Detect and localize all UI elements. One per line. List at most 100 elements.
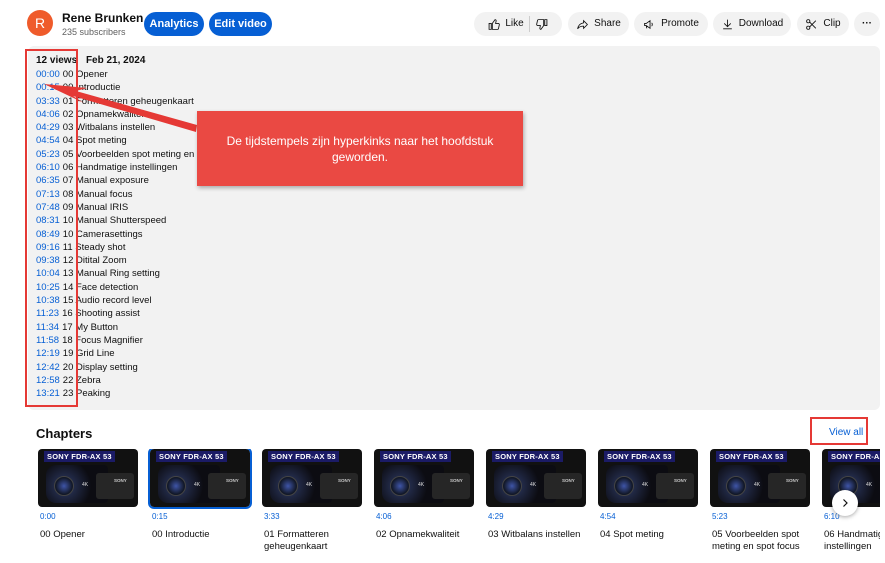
chapter-time: 0:00 bbox=[40, 512, 56, 521]
thumbnail-sony-logo: SONY bbox=[562, 478, 575, 483]
download-label: Download bbox=[738, 18, 784, 29]
chapter-thumbnail: SONY FDR-AX 53 SONY 4K bbox=[598, 449, 698, 507]
clip-button[interactable]: Clip bbox=[797, 12, 849, 36]
download-button[interactable]: Download bbox=[713, 12, 791, 36]
chapter-card[interactable]: SONY FDR-AX 53 SONY 4K 0:15 00 Introductie bbox=[148, 449, 252, 540]
camera-lens-image bbox=[614, 476, 634, 496]
subscriber-count: 235 subscribers bbox=[62, 27, 126, 37]
chapter-card[interactable]: SONY FDR-AX 53 SONY 4K 4:54 04 Spot meting bbox=[598, 449, 698, 540]
more-actions-button[interactable]: ··· bbox=[854, 12, 880, 36]
analytics-button[interactable]: Analytics bbox=[144, 12, 204, 36]
chapter-title: 03 Witbalans instellen bbox=[488, 529, 581, 540]
chapter-thumbnail: SONY FDR-AX 53 SONY 4K bbox=[262, 449, 362, 507]
chapter-card[interactable]: SONY FDR-AX 53 SONY 4K 4:06 02 Opnamekwalite… bbox=[374, 449, 474, 540]
chapter-time: 5:23 bbox=[712, 512, 728, 521]
thumbnail-brand-label: SONY FDR-AX 53 bbox=[156, 451, 227, 462]
thumbnail-sony-logo: SONY bbox=[450, 478, 463, 483]
channel-avatar[interactable]: R bbox=[27, 10, 53, 36]
thumbnail-sony-logo: SONY bbox=[674, 478, 687, 483]
thumbnail-4k-logo: 4K bbox=[530, 482, 537, 488]
timestamp-label: 01 Formatteren geheugenkaart bbox=[62, 95, 194, 107]
thumbs-up-icon bbox=[488, 18, 501, 30]
chapter-thumbnail: SONY FDR-AX 53 SONY 4K bbox=[486, 449, 586, 507]
chapters-next-button[interactable] bbox=[832, 490, 858, 516]
annotation-callout: De tijdstempels zijn hyperkinks naar het… bbox=[197, 111, 523, 186]
upload-date: Feb 21, 2024 bbox=[85, 55, 146, 66]
chapter-time: 0:15 bbox=[152, 512, 168, 521]
thumbnail-4k-logo: 4K bbox=[306, 482, 313, 488]
chapter-card[interactable]: SONY FDR-AX 53 SONY 4K 0:00 00 Opener bbox=[38, 449, 138, 540]
view-all-link[interactable]: View all bbox=[829, 427, 863, 438]
share-button[interactable]: Share bbox=[568, 12, 629, 36]
edit-video-button[interactable]: Edit video bbox=[209, 12, 272, 36]
thumbnail-sony-logo: SONY bbox=[338, 478, 351, 483]
camera-body-image bbox=[432, 473, 470, 499]
thumbnail-brand-label: SONY FDR-AX 53 bbox=[44, 451, 115, 462]
chapter-thumbnail: SONY FDR-AX 53 SONY 4K bbox=[710, 449, 810, 507]
channel-name[interactable]: Rene Brunken bbox=[62, 11, 143, 25]
chapter-time: 4:06 bbox=[376, 512, 392, 521]
chapter-title: 05 Voorbeelden spot meting en spot focus bbox=[712, 529, 800, 552]
download-icon bbox=[722, 19, 732, 29]
promote-button[interactable]: Promote bbox=[634, 12, 708, 36]
like-divider bbox=[528, 16, 530, 32]
thumbnail-brand-label: SONY FDR-AX 53 bbox=[380, 451, 451, 462]
megaphone-icon bbox=[644, 19, 653, 29]
chevron-right-icon bbox=[843, 499, 848, 507]
thumbnail-4k-logo: 4K bbox=[418, 482, 425, 488]
promote-label: Promote bbox=[661, 18, 699, 29]
chapter-card[interactable]: SONY FDR-AX 53 SONY 4K 5:23 05 Voorbeelden s… bbox=[710, 449, 810, 552]
thumbnail-4k-logo: 4K bbox=[866, 482, 873, 488]
thumbs-down-icon[interactable] bbox=[535, 18, 548, 31]
video-owner-bar: R Rene Brunken 235 subscribers Analytics… bbox=[0, 0, 885, 46]
camera-lens-image bbox=[278, 476, 298, 496]
thumbnail-brand-label: SONY FDR-AX 53 bbox=[828, 451, 880, 462]
chapter-title: 02 Opnamekwaliteit bbox=[376, 529, 460, 540]
camera-lens-image bbox=[166, 476, 186, 496]
thumbnail-sony-logo: SONY bbox=[786, 478, 799, 483]
thumbnail-4k-logo: 4K bbox=[754, 482, 761, 488]
camera-lens-image bbox=[54, 476, 74, 496]
chapter-title: 00 Introductie bbox=[152, 529, 210, 540]
chapter-time: 4:29 bbox=[488, 512, 504, 521]
share-icon bbox=[577, 19, 589, 29]
thumbnail-4k-logo: 4K bbox=[82, 482, 89, 488]
chapter-title: 01 Formatteren geheugenkaart bbox=[264, 529, 329, 552]
chapter-card[interactable]: SONY FDR-AX 53 SONY 4K 4:29 03 Witbalans ins… bbox=[486, 449, 586, 540]
camera-body-image bbox=[768, 473, 806, 499]
camera-body-image bbox=[656, 473, 694, 499]
camera-lens-image bbox=[502, 476, 522, 496]
chapters-carousel: SONY FDR-AX 53 SONY 4K 0:00 00 Opener SONY FD… bbox=[28, 449, 880, 563]
chapter-title: 00 Opener bbox=[40, 529, 85, 540]
thumbnail-brand-label: SONY FDR-AX 53 bbox=[492, 451, 563, 462]
camera-body-image bbox=[320, 473, 358, 499]
camera-body-image bbox=[96, 473, 134, 499]
camera-body-image bbox=[208, 473, 246, 499]
chapter-title: 04 Spot meting bbox=[600, 529, 664, 540]
annotation-timestamps-frame bbox=[25, 49, 78, 407]
like-label: Like bbox=[505, 18, 524, 29]
chapters-heading: Chapters bbox=[36, 426, 93, 441]
thumbnail-brand-label: SONY FDR-AX 53 bbox=[268, 451, 339, 462]
thumbnail-brand-label: SONY FDR-AX 53 bbox=[716, 451, 787, 462]
thumbnail-sony-logo: SONY bbox=[114, 478, 127, 483]
clip-label: Clip bbox=[823, 18, 841, 29]
timestamp-label: 10 Manual Shutterspeed bbox=[62, 215, 167, 227]
chapter-thumbnail: SONY FDR-AX 53 SONY 4K bbox=[374, 449, 474, 507]
like-button[interactable]: Like bbox=[488, 12, 524, 36]
camera-body-image bbox=[544, 473, 582, 499]
thumbnail-sony-logo: SONY bbox=[226, 478, 239, 483]
timestamp-label: 06 Handmatige instellingen bbox=[62, 162, 178, 174]
thumbnail-brand-label: SONY FDR-AX 53 bbox=[604, 451, 675, 462]
chapter-title: 06 Handmatige instellingen bbox=[824, 529, 880, 552]
chapter-card[interactable]: SONY FDR-AX 53 SONY 4K 3:33 01 Formatteren g… bbox=[262, 449, 362, 552]
share-label: Share bbox=[594, 18, 621, 29]
chapter-thumbnail: SONY FDR-AX 53 SONY 4K bbox=[148, 449, 252, 509]
chapter-time: 4:54 bbox=[600, 512, 616, 521]
scissors-icon bbox=[806, 18, 817, 30]
more-icon: ··· bbox=[862, 18, 872, 29]
camera-lens-image bbox=[390, 476, 410, 496]
thumbnail-4k-logo: 4K bbox=[642, 482, 649, 488]
chapter-thumbnail: SONY FDR-AX 53 SONY 4K bbox=[38, 449, 138, 507]
thumbnail-4k-logo: 4K bbox=[194, 482, 201, 488]
